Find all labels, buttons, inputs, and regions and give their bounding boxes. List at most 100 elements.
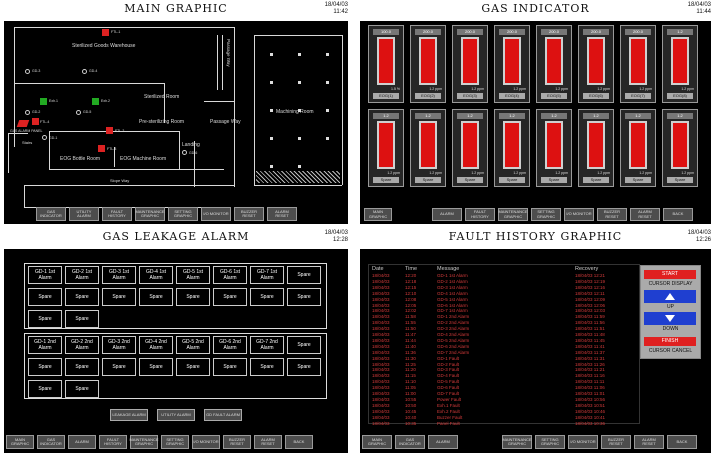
fault-history-button[interactable]: FAULT HISTORY bbox=[99, 435, 127, 449]
alarm-cell[interactable]: Spare bbox=[250, 288, 284, 306]
alarm-cell[interactable]: GD-7 1st Alarm bbox=[250, 266, 284, 284]
alarm-cell[interactable]: Spare bbox=[176, 358, 210, 376]
meter-bar bbox=[547, 123, 561, 167]
buzzer-reset-button[interactable]: BUZZER RESET bbox=[597, 208, 627, 221]
alarm-cell[interactable]: Spare bbox=[287, 358, 321, 376]
gd-6-detector[interactable] bbox=[182, 150, 187, 155]
gas-indicator-button[interactable]: GAS INDICATOR bbox=[395, 435, 425, 449]
back-button[interactable]: BACK bbox=[667, 435, 697, 449]
maintenance-graphic-button[interactable]: MAINTENANCE GRAPHIC bbox=[129, 435, 159, 449]
start-button[interactable]: START bbox=[644, 270, 696, 279]
io-monitor-button[interactable]: I/O MONITOR bbox=[201, 207, 231, 221]
main-graphic-button[interactable]: MAIN GRAPHIC bbox=[362, 435, 392, 449]
utility-alarm-button[interactable]: UTILITY ALARM bbox=[157, 409, 195, 421]
gas-alarm-panel-icon[interactable] bbox=[16, 120, 30, 127]
alarm-cell[interactable]: GD-3 2nd Alarm bbox=[102, 336, 136, 354]
fault-history-button[interactable]: FAULT HISTORY bbox=[465, 208, 495, 221]
alarm-cell[interactable]: Spare bbox=[287, 336, 321, 354]
alarm-cell[interactable]: Spare bbox=[176, 288, 210, 306]
gd-1-detector[interactable] bbox=[42, 135, 47, 140]
alarm-button[interactable]: ALARM bbox=[432, 208, 462, 221]
buzzer-reset-button[interactable]: BUZZER RESET bbox=[223, 435, 251, 449]
alarm-cell[interactable]: Spare bbox=[28, 380, 62, 398]
main-graphic-button[interactable]: MAIN GRAPHIC bbox=[364, 208, 392, 221]
gd-2-detector[interactable] bbox=[25, 110, 30, 115]
alarm-cell[interactable]: Spare bbox=[28, 358, 62, 376]
gd-fault-alarm-button[interactable]: GD FAULT ALARM bbox=[204, 409, 242, 421]
room-eog-bottle-room: EOG Bottle Room bbox=[60, 156, 101, 162]
ftl-1-indicator[interactable] bbox=[102, 29, 109, 36]
gas-indicator-function-keys: ALARM FAULT HISTORY MAINTENANCE GRAPHIC … bbox=[432, 208, 693, 221]
up-button[interactable] bbox=[644, 290, 696, 303]
leakage-alarm-button[interactable]: LEAKAGE ALARM bbox=[110, 409, 148, 421]
maintenance-graphic-button[interactable]: MAINTENANCE GRAPHIC bbox=[135, 207, 165, 221]
exh-1-fan[interactable] bbox=[40, 98, 47, 105]
alarm-cell[interactable]: GD-6 1st Alarm bbox=[213, 266, 247, 284]
history-row[interactable]: 18/04/03 10:35 Panel Fault 18/04/03 10:36 bbox=[370, 421, 638, 427]
gas-indicator-button[interactable]: GAS INDICATOR bbox=[36, 207, 66, 221]
gd-5-detector[interactable] bbox=[76, 110, 81, 115]
down-button[interactable] bbox=[644, 312, 696, 325]
exh-2-fan[interactable] bbox=[92, 98, 99, 105]
alarm-cell[interactable]: Spare bbox=[28, 310, 62, 328]
alarm-cell[interactable]: Spare bbox=[250, 358, 284, 376]
alarm-cell[interactable]: Spare bbox=[65, 358, 99, 376]
alarm-reset-button[interactable]: ALARM RESET bbox=[254, 435, 282, 449]
alarm-cell[interactable]: Spare bbox=[65, 310, 99, 328]
alarm-cell[interactable]: GD-5 1st Alarm bbox=[176, 266, 210, 284]
buzzer-reset-button[interactable]: BUZZER RESET bbox=[234, 207, 264, 221]
alarm-cell[interactable]: Spare bbox=[65, 288, 99, 306]
alarm-cell[interactable]: GD-6 2nd Alarm bbox=[213, 336, 247, 354]
setting-graphic-button[interactable]: SETTING GRAPHIC bbox=[531, 208, 561, 221]
ftl-2-indicator[interactable] bbox=[106, 127, 113, 134]
alarm-button[interactable]: ALARM bbox=[428, 435, 458, 449]
maintenance-graphic-button[interactable]: MAINTENANCE GRAPHIC bbox=[498, 208, 528, 221]
alarm-cell[interactable]: GD-2 2nd Alarm bbox=[65, 336, 99, 354]
alarm-cell[interactable]: Spare bbox=[102, 358, 136, 376]
alarm-cell[interactable]: GD-7 2nd Alarm bbox=[250, 336, 284, 354]
io-monitor-button[interactable]: I/O MONITOR bbox=[568, 435, 598, 449]
alarm-reset-button[interactable]: ALARM RESET bbox=[630, 208, 660, 221]
alarm-cell[interactable]: Spare bbox=[102, 288, 136, 306]
alarm-cell[interactable]: Spare bbox=[139, 358, 173, 376]
alarm-button[interactable]: ALARM bbox=[68, 435, 96, 449]
buzzer-reset-button[interactable]: BUZZER RESET bbox=[601, 435, 631, 449]
setting-graphic-button[interactable]: SETTING GRAPHIC bbox=[168, 207, 198, 221]
gas-leakage-title: GAS LEAKAGE ALARM bbox=[102, 230, 250, 243]
alarm-reset-button[interactable]: ALARM RESET bbox=[634, 435, 664, 449]
alarm-cell[interactable]: GD-1 2nd Alarm bbox=[28, 336, 62, 354]
alarm-cell[interactable]: GD-5 2nd Alarm bbox=[176, 336, 210, 354]
alarm-cell[interactable]: GD-4 1st Alarm bbox=[139, 266, 173, 284]
gas-indicator-button[interactable]: GAS INDICATOR bbox=[37, 435, 65, 449]
alarm-cell[interactable]: Spare bbox=[213, 358, 247, 376]
alarm-cell[interactable]: Spare bbox=[28, 288, 62, 306]
gd-3-detector[interactable] bbox=[25, 69, 30, 74]
io-monitor-button[interactable]: I/O MONITOR bbox=[564, 208, 594, 221]
ftl-3-indicator[interactable] bbox=[98, 145, 105, 152]
alarm-cell[interactable]: Spare bbox=[65, 380, 99, 398]
setting-graphic-button[interactable]: SETTING GRAPHIC bbox=[535, 435, 565, 449]
alarm-reset-button[interactable]: ALARM RESET bbox=[267, 207, 297, 221]
maintenance-graphic-button[interactable]: MAINTENANCE GRAPHIC bbox=[502, 435, 532, 449]
fault-history-button[interactable]: FAULT HISTORY bbox=[102, 207, 132, 221]
io-monitor-button[interactable]: I/O MONITOR bbox=[192, 435, 220, 449]
meter-name: Spare bbox=[667, 177, 693, 183]
utility-alarm-button[interactable]: UTILITY ALARM bbox=[69, 207, 99, 221]
alarm-cell[interactable]: GD-4 2nd Alarm bbox=[139, 336, 173, 354]
date-text: 18/04/03 bbox=[687, 2, 711, 8]
main-graphic-button[interactable]: MAIN GRAPHIC bbox=[6, 435, 34, 449]
alarm-cell[interactable]: GD-3 1st Alarm bbox=[102, 266, 136, 284]
alarm-cell[interactable]: GD-2 1st Alarm bbox=[65, 266, 99, 284]
meter-reading: 1.2 ppm bbox=[597, 171, 610, 175]
alarm-cell[interactable]: Spare bbox=[287, 266, 321, 284]
alarm-cell[interactable]: GD-1 1st Alarm bbox=[28, 266, 62, 284]
alarm-cell[interactable]: Spare bbox=[139, 288, 173, 306]
back-button[interactable]: BACK bbox=[663, 208, 693, 221]
setting-graphic-button[interactable]: SETTING GRAPHIC bbox=[161, 435, 189, 449]
alarm-cell[interactable]: Spare bbox=[213, 288, 247, 306]
back-button[interactable]: BACK bbox=[285, 435, 313, 449]
ftl-4-indicator[interactable] bbox=[32, 118, 39, 125]
alarm-cell[interactable]: Spare bbox=[287, 288, 321, 306]
gd-4-detector[interactable] bbox=[82, 69, 87, 74]
finish-button[interactable]: FINISH bbox=[644, 337, 696, 346]
